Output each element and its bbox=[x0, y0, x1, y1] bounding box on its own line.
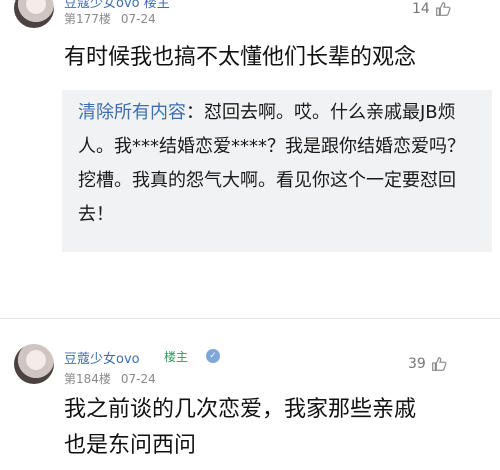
thumbs-up-icon bbox=[431, 357, 447, 371]
like-count: 14 bbox=[412, 1, 430, 17]
post-content-line-2: 也是东问西问 bbox=[64, 433, 197, 458]
quoted-reply: 清除所有内容：怼回去啊。哎。什么亲戚最JB烦人。我***结婚恋爱****？我是跟… bbox=[62, 90, 492, 252]
thumbs-up-icon bbox=[435, 2, 451, 16]
like-button[interactable]: 14 bbox=[412, 0, 452, 18]
post-content-line-1: 我之前谈的几次恋爱，我家那些亲戚 bbox=[64, 397, 417, 422]
post-date: 07-24 bbox=[120, 12, 156, 26]
post-meta: 第184楼 07-24 bbox=[64, 370, 166, 387]
quote-author[interactable]: 清除所有内容 bbox=[78, 102, 186, 123]
avatar[interactable] bbox=[14, 0, 54, 28]
post-content: 有时候我也搞不太懂他们长辈的观念 bbox=[64, 45, 417, 70]
post-meta: 第177楼 07-24 bbox=[64, 10, 166, 27]
floor-number: 第184楼 bbox=[64, 372, 111, 386]
username[interactable]: 豆蔻少女ovo bbox=[64, 348, 140, 367]
like-button[interactable]: 39 bbox=[408, 355, 448, 373]
verified-icon: ✓ bbox=[206, 349, 220, 363]
avatar[interactable] bbox=[14, 344, 54, 384]
owner-badge: 楼主 bbox=[164, 350, 189, 364]
floor-number: 第177楼 bbox=[64, 12, 111, 26]
like-count: 39 bbox=[408, 356, 426, 372]
post-divider bbox=[0, 318, 500, 319]
post-date: 07-24 bbox=[120, 372, 156, 386]
